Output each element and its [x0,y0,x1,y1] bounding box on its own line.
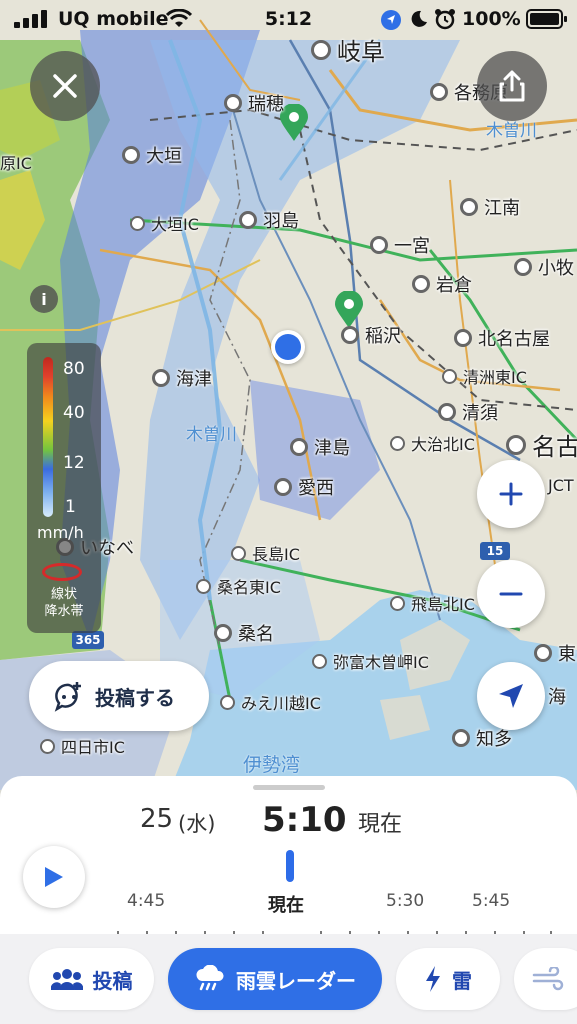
ic-label: 原IC [0,154,32,173]
legend-unit: mm/h [37,523,84,542]
ic-label: 飛島北IC [390,591,475,615]
ic-label: 清洲東IC [442,364,527,388]
place-label: 大垣 [122,142,182,168]
place-label: 北名古屋 [454,325,550,351]
status-bar: UQ mobile 5:12 100% [0,0,577,38]
date-weekday: (水) [178,812,216,836]
place-label: 東海 [534,640,577,666]
ic-label: 四日市IC [40,734,125,758]
post-report-button[interactable]: 投稿する [29,661,209,731]
ic-label: 長島IC [231,541,300,565]
my-location-button[interactable] [477,662,545,730]
people-icon [50,969,83,990]
ic-label: 弥富木曽岬IC [312,649,429,673]
place-label: 一宮 [370,232,430,258]
share-icon [499,70,525,102]
road-shield: 15 [480,542,510,560]
place-label: 瑞穂 [224,90,284,116]
legend-level: 1 [65,497,76,517]
play-button[interactable] [23,846,85,908]
battery-percent: 100% [462,8,521,30]
legend-level: 12 [63,453,85,473]
tab-post[interactable]: 投稿 [29,948,154,1010]
add-post-icon [54,682,81,712]
play-icon [45,867,63,887]
selected-time: 5:10 [262,800,347,840]
river-label: 木曽川 [186,425,237,445]
rainfall-legend: 80 40 12 1 mm/h 線状 降水帯 [27,343,101,633]
zoom-in-button[interactable] [477,460,545,528]
ic-label: 大治北IC [390,431,475,455]
place-label: 小牧 [514,254,574,280]
share-button[interactable] [477,51,547,121]
place-label: 海 [548,687,566,708]
plus-icon [499,482,523,506]
bay-label: 伊勢湾 [243,754,301,776]
alarm-icon [435,9,455,30]
navigation-arrow-icon [499,684,523,708]
legend-level: 40 [63,403,85,423]
sheet-handle[interactable] [253,785,325,790]
wind-icon [532,967,564,991]
place-label: 岩倉 [412,271,472,297]
place-label: 羽島 [239,207,299,233]
timeline-label: 5:45 [472,891,511,911]
minus-icon [499,592,523,596]
lightning-icon [426,966,440,992]
place-label: 稲沢 [341,322,401,348]
tab-rain-radar-label: 雨雲レーダー [236,968,356,993]
timeline-label: 4:45 [127,891,166,911]
zoom-out-button[interactable] [477,560,545,628]
tab-thunder[interactable]: 雷 [396,948,500,1010]
place-label: 清須 [438,399,498,425]
ic-label: 大垣IC [130,211,199,235]
place-label: 海津 [152,365,212,391]
battery-icon [526,9,567,29]
close-button[interactable] [30,51,100,121]
place-label: 愛西 [274,474,334,500]
timeline-cursor[interactable] [286,850,294,882]
bottom-tab-bar: 投稿 雨雲レーダー 雷 [0,934,577,1024]
now-indicator: 現在 [358,812,403,837]
linear-band-icon [42,563,82,581]
location-services-icon [381,10,401,30]
legend-info-button[interactable]: i [30,285,58,313]
place-label: 江南 [460,194,520,220]
timeline-label: 5:30 [386,891,425,911]
legend-color-bar [43,357,53,517]
tab-post-label: 投稿 [92,968,133,993]
do-not-disturb-icon [411,10,427,27]
close-icon [53,74,77,98]
place-label: 名古 [506,427,577,462]
place-label: 桑名 [214,620,274,646]
ic-label: 桑名東IC [196,574,281,598]
place-label: 津島 [290,434,350,460]
ic-label: みえ川越IC [220,690,321,714]
legend-level: 80 [63,359,85,379]
tab-wind[interactable] [514,948,577,1010]
tab-rain-radar[interactable]: 雨雲レーダー [168,948,382,1010]
post-report-label: 投稿する [95,685,175,710]
date-day: 25 [140,804,174,834]
ic-label: JCT [548,476,574,495]
current-location-dot [271,330,305,364]
rain-cloud-icon [196,965,224,991]
linear-band-label: 線状 降水帯 [44,587,84,619]
tab-thunder-label: 雷 [452,968,472,993]
timeline-label-now: 現在 [268,895,304,916]
road-shield: 365 [72,631,104,649]
